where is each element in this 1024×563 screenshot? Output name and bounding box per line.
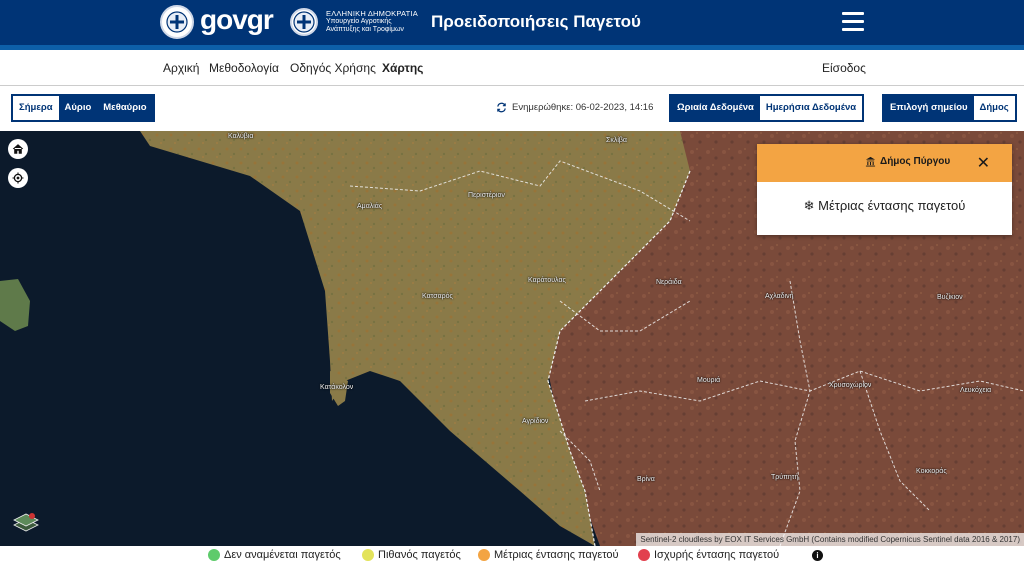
close-icon[interactable]: ✕ <box>977 153 990 173</box>
legend-label: Ισχυρής έντασης παγετού <box>654 549 780 561</box>
place-label: Βρίνα <box>637 476 655 483</box>
place-label: Αχλαδινή <box>765 293 794 300</box>
last-updated: Ενημερώθηκε: 06-02-2023, 14:16 <box>496 102 653 113</box>
municipality-selection-button[interactable]: Δήμος <box>973 96 1015 120</box>
selection-mode-selector: Επιλογή σημείου Δήμος <box>882 94 1017 122</box>
login-link[interactable]: Είσοδος <box>822 61 866 75</box>
legend-item-possible-frost: Πιθανός παγετός <box>362 549 461 561</box>
legend-label: Μέτριας έντασης παγετού <box>494 549 619 561</box>
day-after-tomorrow-button[interactable]: Μεθαύριο <box>97 96 152 120</box>
day-selector: Σήμερα Αύριο Μεθαύριο <box>11 94 155 122</box>
place-label: Σκλίβα <box>606 137 627 144</box>
ministry-emblem-icon <box>290 8 318 36</box>
data-mode-selector: Ωριαία Δεδομένα Ημερήσια Δεδομένα <box>669 94 865 122</box>
legend-dot-red <box>638 549 650 561</box>
legend-item-moderate-frost: Μέτριας έντασης παγετού <box>478 549 619 561</box>
hourly-data-button[interactable]: Ωριαία Δεδομένα <box>671 96 760 120</box>
place-label: Τρύπητή <box>771 474 799 481</box>
app-title: Προειδοποιήσεις Παγετού <box>431 12 641 31</box>
greek-emblem-icon <box>160 5 194 39</box>
last-updated-text: Ενημερώθηκε: 06-02-2023, 14:16 <box>512 102 654 113</box>
day-today-button[interactable]: Σήμερα <box>13 96 59 120</box>
nav-item-user-guide[interactable]: Οδηγός Χρήσης <box>290 61 376 75</box>
day-tomorrow-button[interactable]: Αύριο <box>59 96 98 120</box>
place-label: Μουριά <box>697 377 721 384</box>
popup-title-text: Δήμος Πύργου <box>880 156 951 167</box>
place-label: Κατάκολον <box>320 384 354 391</box>
daily-data-button[interactable]: Ημερήσια Δεδομένα <box>759 96 863 120</box>
place-label: Καλύβια <box>228 133 254 140</box>
place-label: Νεράιδα <box>656 279 682 286</box>
info-icon[interactable]: i <box>812 550 823 561</box>
place-label: Βυζίκιον <box>937 294 963 301</box>
popup-header: Δήμος Πύργου ✕ <box>757 144 1012 182</box>
legend-label: Πιθανός παγετός <box>378 549 461 561</box>
govgr-logo[interactable]: govgr <box>200 4 274 36</box>
frost-legend: Δεν αναμένεται παγετός Πιθανός παγετός Μ… <box>0 546 1024 563</box>
legend-dot-orange <box>478 549 490 561</box>
place-label: Κοκκοράς <box>916 468 947 475</box>
municipality-building-icon <box>865 156 876 167</box>
main-nav: Αρχική Μεθοδολογία Οδηγός Χρήσης Χάρτης … <box>0 50 1024 86</box>
ministry-label: Υπουργείο Αγροτικής Ανάπτυξης και Τροφίμ… <box>326 18 404 33</box>
legend-label: Δεν αναμένεται παγετός <box>224 549 341 561</box>
legend-item-severe-frost: Ισχυρής έντασης παγετού <box>638 549 779 561</box>
popup-title: Δήμος Πύργου <box>865 156 950 167</box>
refresh-icon[interactable] <box>496 102 507 113</box>
nav-item-map[interactable]: Χάρτης <box>382 61 423 75</box>
hamburger-menu-icon[interactable] <box>842 12 864 32</box>
place-label: Λευκόχεια <box>960 387 992 394</box>
map-attribution[interactable]: Sentinel-2 cloudless by EOX IT Services … <box>636 533 1024 546</box>
place-label: Κατσαρός <box>422 293 453 300</box>
site-header: govgr ΕΛΛΗΝΙΚΗ ΔΗΜΟΚΡΑΤΙΑ Υπουργείο Αγρο… <box>0 0 1024 45</box>
place-label: Αμαλιάς <box>357 203 383 210</box>
point-selection-button[interactable]: Επιλογή σημείου <box>884 96 974 120</box>
place-label: Περιστέριον <box>468 192 505 199</box>
layers-icon[interactable] <box>10 509 42 537</box>
locate-icon[interactable] <box>8 168 28 188</box>
place-label: Αγρίδιον <box>522 418 549 425</box>
nav-item-home[interactable]: Αρχική <box>163 61 199 75</box>
frost-message: ❄ Μέτριας έντασης παγετού <box>803 198 966 213</box>
legend-dot-green <box>208 549 220 561</box>
municipality-popup: Δήμος Πύργου ✕ ❄ Μέτριας έντασης παγετού <box>757 144 1012 235</box>
place-label: Καράτουλας <box>528 277 566 284</box>
map-view[interactable]: Καλύβια Σκλίβα Αμαλιάς Περιστέριον Κατσα… <box>0 131 1024 546</box>
legend-dot-yellow <box>362 549 374 561</box>
republic-label: ΕΛΛΗΝΙΚΗ ΔΗΜΟΚΡΑΤΙΑ <box>326 9 418 18</box>
ministry-name: ΕΛΛΗΝΙΚΗ ΔΗΜΟΚΡΑΤΙΑ Υπουργείο Αγροτικής … <box>326 10 421 34</box>
place-label: Χρυσοχώριον <box>829 382 872 389</box>
home-icon[interactable] <box>8 139 28 159</box>
legend-item-no-frost: Δεν αναμένεται παγετός <box>208 549 341 561</box>
nav-item-methodology[interactable]: Μεθοδολογία <box>209 61 279 75</box>
